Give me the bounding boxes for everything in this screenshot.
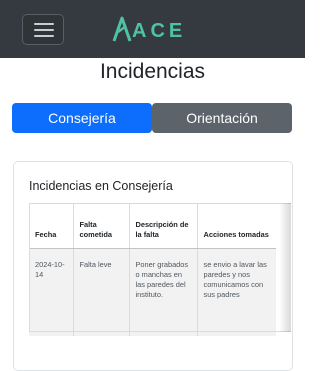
column-header-acciones: Acciones tomadas — [197, 203, 276, 249]
horizontal-scroll-edge[interactable] — [279, 203, 291, 332]
cell-falta: Falta leve — [73, 248, 130, 336]
hamburger-menu-icon — [34, 23, 54, 25]
column-header-fecha: Fecha — [29, 203, 74, 249]
incidents-card: Incidencias en Consejería Fecha Falta co… — [13, 161, 293, 371]
column-header-descripcion: Descripción de la falta — [129, 203, 198, 249]
hamburger-line — [34, 29, 54, 31]
brand-logo-text: ACEL — [132, 20, 182, 42]
cell-acciones: se envio a lavar las paredes y nos comun… — [197, 248, 276, 336]
menu-toggle-button[interactable] — [22, 14, 64, 45]
page-title: Incidencias — [99, 60, 206, 83]
cell-descripcion: Poner grabados o manchas en las paredes … — [129, 248, 198, 336]
top-navbar: ACEL — [0, 0, 305, 58]
brand-logo[interactable]: ACEL — [112, 15, 182, 43]
table-row: 2024-10-14 Falta leve Poner grabados o m… — [29, 248, 276, 336]
column-header-falta: Falta cometida — [73, 203, 130, 249]
incidents-table: Fecha Falta cometida Descripción de la f… — [29, 203, 276, 336]
card-title: Incidencias en Consejería — [29, 179, 173, 193]
tab-consejeria[interactable]: Consejería — [12, 103, 152, 133]
hamburger-line — [34, 35, 54, 37]
table-header-row: Fecha Falta cometida Descripción de la f… — [29, 203, 276, 249]
cell-fecha: 2024-10-14 — [29, 248, 74, 336]
tab-orientacion[interactable]: Orientación — [152, 103, 292, 133]
main-content: Incidencias Consejería Orientación Incid… — [8, 58, 297, 371]
